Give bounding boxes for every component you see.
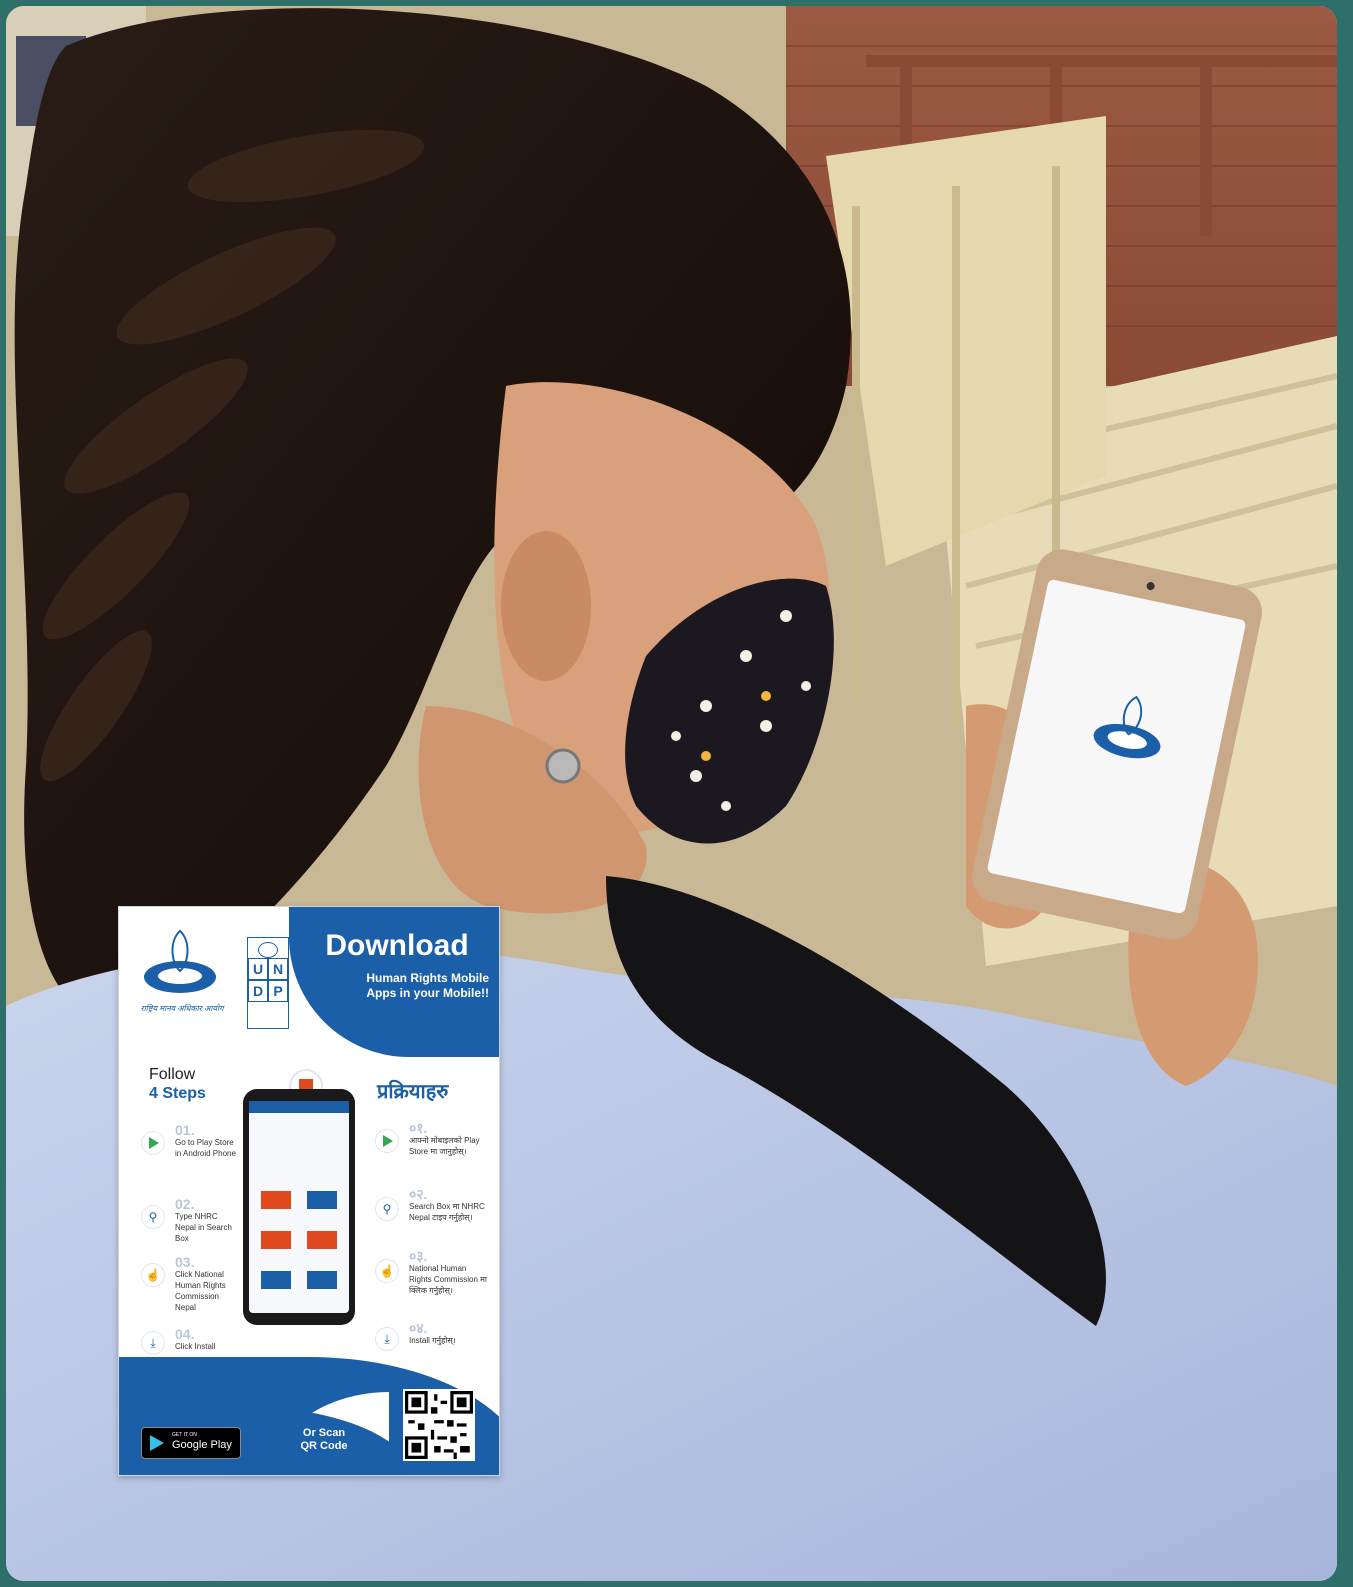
app-tile [307,1191,337,1209]
step-text: Click National Human Rights Commission N… [175,1270,226,1312]
play-store-icon [141,1131,165,1155]
image-frame: राष्ट्रिय मानव अधिकार आयोग U N D P Downl… [0,0,1353,1587]
right-step: ०३. National Human Rights Commission मा … [409,1249,489,1296]
step-number: ०१. [409,1120,428,1136]
app-tile [261,1271,291,1289]
nepali-steps-heading: प्रक्रियाहरु [377,1081,449,1103]
step-number: 02. [175,1196,195,1212]
step-number: 01. [175,1122,195,1138]
nhrc-logo-text: राष्ट्रिय मानव अधिकार आयोग [140,1004,224,1013]
step-text: Search Box मा NHRC Nepal टाइप गर्नुहोस्। [409,1202,485,1222]
play-store-icon [375,1129,399,1153]
badge-small-text: GET IT ON [172,1432,197,1438]
right-step: ०४. Install गर्नुहोस्। [409,1321,489,1346]
left-step: 04. Click Install [175,1327,239,1352]
left-step: 01. Go to Play Store in Android Phone [175,1123,239,1159]
google-play-badge[interactable]: GET IT ON Google Play [141,1427,241,1459]
poster-subtitle: Human Rights Mobile Apps in your Mobile!… [309,971,489,1001]
undp-letter: U [248,958,268,980]
tap-icon: ☝ [375,1259,399,1283]
step-text: Click Install [175,1342,216,1351]
step-text: Install गर्नुहोस्। [409,1336,456,1345]
tap-icon: ☝ [141,1263,165,1287]
app-tile [261,1231,291,1249]
badge-store-name: Google Play [172,1439,232,1451]
step-text: Go to Play Store in Android Phone [175,1138,236,1158]
search-icon: ⚲ [375,1197,399,1221]
app-tile [307,1271,337,1289]
poster-subtitle-line: Apps in your Mobile!! [366,986,489,1000]
undp-letter: P [268,980,288,1002]
undp-letter: D [248,980,268,1002]
or-scan-line: QR Code [300,1440,348,1452]
left-step: 02. Type NHRC Nepal in Search Box [175,1197,239,1244]
qr-code-icon[interactable] [403,1389,475,1461]
follow-label: Follow [149,1066,196,1083]
step-text: आफ्नो मोबाइलको Play Store मा जानुहोस्। [409,1136,480,1156]
or-scan-label: Or Scan QR Code [284,1427,364,1453]
right-step: ०१. आफ्नो मोबाइलको Play Store मा जानुहोस… [409,1121,489,1157]
app-download-poster: राष्ट्रिय मानव अधिकार आयोग U N D P Downl… [118,906,500,1476]
steps-heading: 4 Steps [149,1085,206,1102]
step-number: 03. [175,1254,195,1270]
step-text: Type NHRC Nepal in Search Box [175,1212,232,1243]
left-step: 03. Click National Human Rights Commissi… [175,1255,239,1313]
step-number: ०३. [409,1248,428,1264]
poster-subtitle-line: Human Rights Mobile [366,971,489,985]
step-number: ०४. [409,1320,428,1336]
undp-letter: N [268,958,288,980]
app-tile [307,1231,337,1249]
phone-mockup [243,1089,355,1325]
step-number: ०२. [409,1186,428,1202]
poster-title: Download [325,929,469,962]
step-number: 04. [175,1326,195,1342]
right-step: ०२. Search Box मा NHRC Nepal टाइप गर्नुह… [409,1187,489,1223]
or-scan-line: Or Scan [302,1427,346,1439]
download-icon: ⤓ [375,1327,399,1351]
nhrc-logo [144,929,216,993]
search-icon: ⚲ [141,1205,165,1229]
un-globe-icon [258,942,278,958]
google-play-icon [150,1435,164,1451]
step-text: National Human Rights Commission मा क्लि… [409,1264,487,1295]
download-icon: ⤓ [141,1331,165,1355]
phone-mockup-screen [249,1101,349,1313]
undp-logo: U N D P [247,937,289,1029]
app-tile [261,1191,291,1209]
app-bar [249,1101,349,1113]
